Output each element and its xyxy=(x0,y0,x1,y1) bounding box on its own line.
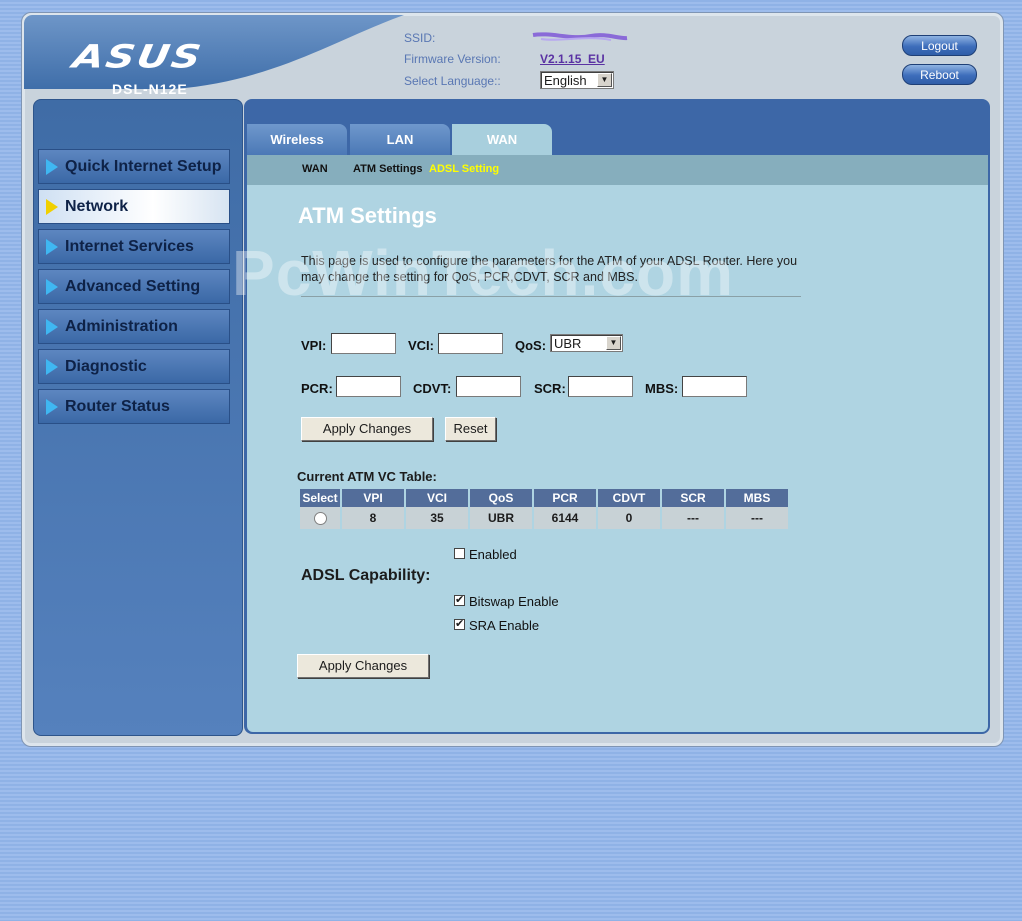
watermark: PcWinTech.com xyxy=(232,237,734,309)
model-name: DSL-N12E xyxy=(112,81,188,97)
ssid-label: SSID: xyxy=(404,31,436,45)
table-cell: 8 xyxy=(342,507,404,529)
tab-lan[interactable]: LAN xyxy=(350,124,450,155)
language-select[interactable]: English ▼ xyxy=(540,71,614,89)
bitswap-label: Bitswap Enable xyxy=(469,594,559,609)
enabled-checkbox[interactable] xyxy=(454,548,465,559)
vpi-label: VPI: xyxy=(301,338,327,353)
vc-table-title: Current ATM VC Table: xyxy=(297,469,437,484)
qos-label: QoS: xyxy=(515,338,547,353)
table-cell: UBR xyxy=(470,507,532,529)
arrow-icon xyxy=(46,359,58,375)
sidebar-item-router-status[interactable]: Router Status xyxy=(38,389,230,424)
sidebar-item-administration[interactable]: Administration xyxy=(38,309,230,344)
subnav-wan[interactable]: WAN xyxy=(302,163,328,175)
header: ASUS DSL-N12E xyxy=(24,15,999,101)
sidebar-item-label: Administration xyxy=(65,318,178,335)
sub-navigation: WAN ATM Settings ADSL Setting xyxy=(247,155,988,185)
cdvt-label: CDVT: xyxy=(413,381,452,396)
mbs-input[interactable] xyxy=(682,376,747,397)
sidebar-item-diagnostic[interactable]: Diagnostic xyxy=(38,349,230,384)
subnav-adsl-setting[interactable]: ADSL Setting xyxy=(429,163,499,175)
column-header: MBS xyxy=(726,489,788,507)
column-header: SCR xyxy=(662,489,724,507)
vci-input[interactable] xyxy=(438,333,503,354)
arrow-icon xyxy=(46,199,58,215)
mbs-label: MBS: xyxy=(645,381,679,396)
sidebar-item-label: Internet Services xyxy=(65,238,194,255)
table-cell: --- xyxy=(726,507,788,529)
ssid-value-redacted xyxy=(532,32,628,41)
arrow-icon xyxy=(46,159,58,175)
sidebar-item-label: Network xyxy=(65,198,129,215)
select-cell xyxy=(300,507,340,529)
qos-select[interactable]: UBR ▼ xyxy=(550,334,623,352)
row-select-radio[interactable] xyxy=(313,512,327,526)
firmware-label: Firmware Version: xyxy=(404,52,501,66)
qos-select-value: UBR xyxy=(554,336,582,351)
column-header: CDVT xyxy=(598,489,660,507)
arrow-icon xyxy=(46,399,58,415)
language-select-value: English xyxy=(544,73,587,88)
pcr-input[interactable] xyxy=(336,376,401,397)
table-cell: 35 xyxy=(406,507,468,529)
adsl-apply-changes-button[interactable]: Apply Changes xyxy=(297,654,429,678)
language-label: Select Language:: xyxy=(404,74,501,88)
column-header: PCR xyxy=(534,489,596,507)
sidebar-item-label: Quick Internet Setup xyxy=(65,158,222,175)
sidebar-item-label: Router Status xyxy=(65,398,170,415)
vci-label: VCI: xyxy=(408,338,434,353)
scr-input[interactable] xyxy=(568,376,633,397)
asus-logo: ASUS xyxy=(69,38,206,76)
sra-checkbox[interactable]: ✔ xyxy=(454,619,465,630)
column-header: VPI xyxy=(342,489,404,507)
bitswap-checkbox[interactable]: ✔ xyxy=(454,595,465,606)
adsl-capability-title: ADSL Capability: xyxy=(301,567,431,584)
chevron-down-icon: ▼ xyxy=(597,73,612,87)
cdvt-input[interactable] xyxy=(456,376,521,397)
arrow-icon xyxy=(46,319,58,335)
scr-label: SCR: xyxy=(534,381,566,396)
sidebar-item-quick-internet-setup[interactable]: Quick Internet Setup xyxy=(38,149,230,184)
table-header-row: Select VPI VCI QoS PCR CDVT SCR MBS xyxy=(300,489,788,507)
vpi-input[interactable] xyxy=(331,333,396,354)
firmware-version-link[interactable]: V2.1.15_EU xyxy=(540,52,605,66)
column-header: QoS xyxy=(470,489,532,507)
sidebar-item-label: Diagnostic xyxy=(65,358,147,375)
tab-wan[interactable]: WAN xyxy=(452,124,552,155)
table-cell: 0 xyxy=(598,507,660,529)
sidebar-item-internet-services[interactable]: Internet Services xyxy=(38,229,230,264)
tab-wireless[interactable]: Wireless xyxy=(247,124,347,155)
table-cell: 6144 xyxy=(534,507,596,529)
enabled-label: Enabled xyxy=(469,547,517,562)
apply-changes-button[interactable]: Apply Changes xyxy=(301,417,433,441)
sidebar-item-label: Advanced Setting xyxy=(65,278,201,295)
arrow-icon xyxy=(46,279,58,295)
sidebar-item-advanced-setting[interactable]: Advanced Setting xyxy=(38,269,230,304)
column-header: Select xyxy=(300,489,340,507)
page-title: ATM Settings xyxy=(298,203,437,228)
reboot-button[interactable]: Reboot xyxy=(902,64,977,85)
vc-table: Select VPI VCI QoS PCR CDVT SCR MBS 8 35… xyxy=(298,489,790,529)
column-header: VCI xyxy=(406,489,468,507)
reset-button[interactable]: Reset xyxy=(445,417,496,441)
sra-label: SRA Enable xyxy=(469,618,540,633)
sidebar-item-network[interactable]: Network xyxy=(38,189,230,224)
pcr-label: PCR: xyxy=(301,381,333,396)
table-cell: --- xyxy=(662,507,724,529)
table-row: 8 35 UBR 6144 0 --- --- xyxy=(300,507,788,529)
chevron-down-icon: ▼ xyxy=(606,336,621,350)
logout-button[interactable]: Logout xyxy=(902,35,977,56)
subnav-atm-settings[interactable]: ATM Settings xyxy=(353,163,422,175)
arrow-icon xyxy=(46,239,58,255)
